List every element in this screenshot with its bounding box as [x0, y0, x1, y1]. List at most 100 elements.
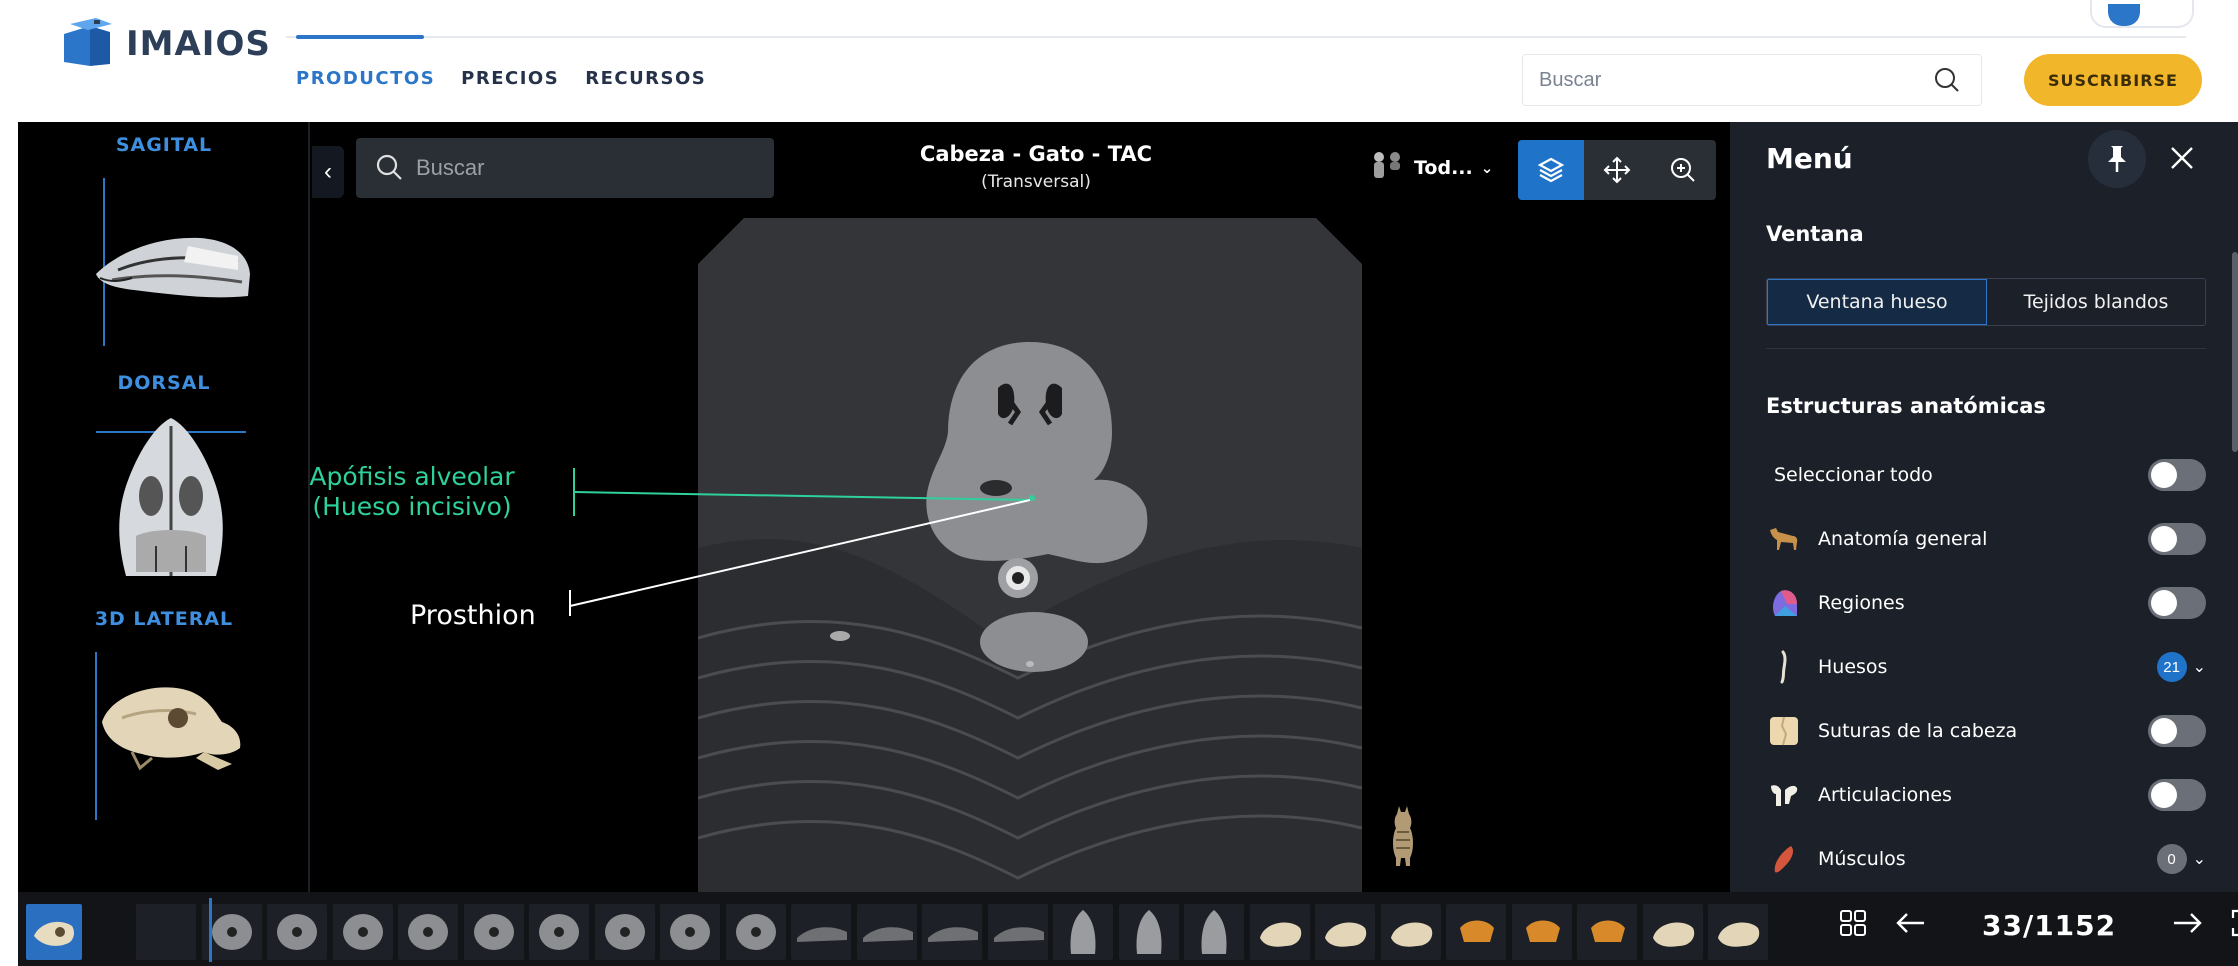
- active-nav-indicator: [296, 35, 424, 39]
- window-soft-tissue-button[interactable]: Tejidos blandos: [1987, 279, 2205, 325]
- thumbnail-preview: [342, 914, 383, 950]
- filmstrip-thumbnail[interactable]: [1708, 904, 1768, 960]
- filmstrip-thumbnail[interactable]: [1053, 904, 1113, 960]
- menu-title: Menú: [1766, 142, 1853, 175]
- zoom-button[interactable]: [1650, 140, 1716, 200]
- structure-search-input[interactable]: [416, 138, 756, 198]
- pan-button[interactable]: [1584, 140, 1650, 200]
- window-bone-button[interactable]: Ventana hueso: [1767, 279, 1987, 325]
- filmstrip-thumbnail[interactable]: [1380, 904, 1441, 960]
- close-icon: [2171, 147, 2193, 169]
- dorsal-thumbnail[interactable]: [96, 416, 246, 591]
- label-apofisis-alveolar[interactable]: Apófisis alveolar (Hueso incisivo): [242, 462, 582, 522]
- pan-icon: [1603, 156, 1631, 184]
- sagittal-thumbnail[interactable]: [88, 178, 258, 353]
- filmstrip-thumbnail[interactable]: [529, 904, 589, 960]
- arrow-right-icon: [2174, 913, 2202, 933]
- filmstrip-thumbnail[interactable]: [1511, 904, 1572, 960]
- view-subtitle: (Transversal): [981, 172, 1091, 192]
- head-sutures-row[interactable]: Suturas de la cabeza: [1766, 706, 2206, 756]
- thumbnail-preview: [797, 927, 847, 942]
- filmstrip-thumbnail[interactable]: [1446, 904, 1506, 960]
- nav-precios[interactable]: PRECIOS: [461, 68, 559, 89]
- filmstrip-thumbnail[interactable]: [1315, 904, 1375, 960]
- filmstrip-thumbnail[interactable]: [1249, 904, 1310, 960]
- joint-icon: [1766, 777, 1802, 813]
- muscles-count[interactable]: 0 ⌄: [2156, 844, 2206, 874]
- species-label: Tod...: [1414, 157, 1473, 179]
- series-label-dorsal[interactable]: DORSAL: [18, 372, 310, 394]
- filmstrip-thumbnail[interactable]: [1118, 904, 1179, 960]
- bones-count-badge: 21: [2156, 652, 2187, 682]
- general-anatomy-row[interactable]: Anatomía general: [1766, 514, 2206, 564]
- close-menu-button[interactable]: [2160, 136, 2204, 180]
- thumbnail-preview: [539, 914, 579, 950]
- filmstrip-thumbnail[interactable]: [332, 904, 393, 960]
- filmstrip-thumbnail[interactable]: [791, 904, 851, 960]
- filmstrip-thumbnail[interactable]: [1184, 904, 1244, 960]
- filmstrip-thumbnail[interactable]: [725, 904, 786, 960]
- viewer-toolbar: [1518, 140, 1716, 200]
- 3d-lateral-thumbnail[interactable]: [92, 652, 252, 827]
- next-slice-button[interactable]: [2170, 908, 2204, 942]
- window-selector: Ventana hueso Tejidos blandos: [1766, 278, 2206, 326]
- filmstrip-thumbnail[interactable]: [987, 904, 1048, 960]
- joints-label: Articulaciones: [1818, 784, 1952, 806]
- module-thumbnail[interactable]: [26, 904, 82, 960]
- nav-productos[interactable]: PRODUCTOS: [296, 68, 435, 89]
- dog-icon: [1766, 521, 1802, 557]
- search-icon[interactable]: [1927, 65, 1967, 97]
- bones-row[interactable]: Huesos 21 ⌄: [1766, 642, 2206, 692]
- filmstrip-thumbnail[interactable]: [1642, 904, 1703, 960]
- site-search-input[interactable]: [1539, 55, 1899, 105]
- thumbnail-preview: [1201, 910, 1227, 954]
- fullscreen-button[interactable]: [2230, 908, 2238, 942]
- menu-scrollbar[interactable]: [2232, 252, 2238, 452]
- select-all-row[interactable]: Seleccionar todo: [1766, 450, 2206, 500]
- structures-section-title: Estructuras anatómicas: [1766, 394, 2046, 418]
- joints-row[interactable]: Articulaciones: [1766, 770, 2206, 820]
- thumbnail-preview: [1718, 922, 1760, 947]
- subscribe-button[interactable]: SUSCRIBIRSE: [2024, 54, 2202, 106]
- species-selector[interactable]: Tod... ⌄: [1370, 150, 1493, 186]
- filmstrip-thumbnail[interactable]: [136, 904, 196, 960]
- series-label-3d-lateral[interactable]: 3D LATERAL: [18, 608, 310, 630]
- head-sutures-toggle[interactable]: [2148, 715, 2206, 747]
- filmstrip-thumbnail[interactable]: [660, 904, 720, 960]
- general-anatomy-toggle[interactable]: [2148, 523, 2206, 555]
- label-prosthion[interactable]: Prosthion: [410, 600, 536, 631]
- filmstrip-thumbnail[interactable]: [463, 904, 524, 960]
- select-all-toggle[interactable]: [2148, 459, 2206, 491]
- thumbnail-preview: [136, 904, 196, 960]
- regions-toggle[interactable]: [2148, 587, 2206, 619]
- grid-view-button[interactable]: [1838, 908, 1868, 942]
- pager: 33/1152: [1838, 908, 2238, 942]
- filmstrip: 33/1152: [18, 892, 2238, 966]
- muscles-count-badge: 0: [2156, 844, 2187, 874]
- site-search: [1522, 54, 1982, 106]
- regions-row[interactable]: Regiones: [1766, 578, 2206, 628]
- filmstrip-thumbnail[interactable]: [267, 904, 327, 960]
- filmstrip-thumbnail[interactable]: [856, 904, 917, 960]
- filmstrip-thumbnail[interactable]: [1577, 904, 1637, 960]
- filmstrip-thumbnail[interactable]: [922, 904, 982, 960]
- nav-recursos[interactable]: RECURSOS: [585, 68, 706, 89]
- collapse-series-button[interactable]: ‹: [312, 146, 344, 198]
- chevron-down-icon: ⌄: [1480, 159, 1494, 177]
- menu-divider: [1766, 348, 2206, 349]
- sutures-icon: [1766, 713, 1802, 749]
- series-label-sagital[interactable]: SAGITAL: [18, 134, 310, 156]
- previous-slice-button[interactable]: [1894, 908, 1928, 942]
- regions-label: Regiones: [1818, 592, 1905, 614]
- joints-toggle[interactable]: [2148, 779, 2206, 811]
- pin-button[interactable]: [2088, 130, 2146, 188]
- layers-button[interactable]: [1518, 140, 1584, 200]
- bones-count[interactable]: 21 ⌄: [2156, 652, 2206, 682]
- imaios-logo[interactable]: IMAIOS: [60, 18, 271, 70]
- filmstrip-thumbnail[interactable]: [398, 904, 458, 960]
- filmstrip-thumbnail[interactable]: [594, 904, 655, 960]
- ct-scan-image[interactable]: [698, 218, 1362, 892]
- muscles-row[interactable]: Músculos 0 ⌄: [1766, 834, 2206, 884]
- bones-label: Huesos: [1818, 656, 1888, 678]
- profile-toggle[interactable]: [2090, 0, 2194, 28]
